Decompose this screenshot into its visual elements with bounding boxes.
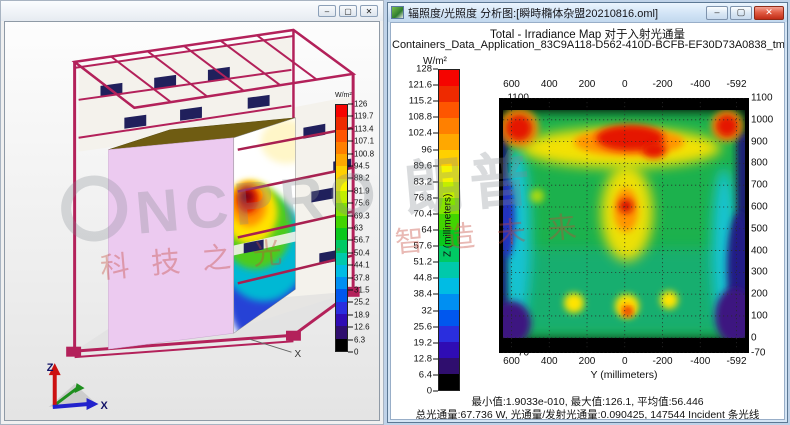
- axis-tick-label: 800: [751, 158, 783, 169]
- colorbar-tick: 89.6: [414, 160, 439, 171]
- axis-tick-label: -400: [690, 356, 710, 367]
- minimize-button[interactable]: –: [706, 6, 728, 20]
- colorbar-tick: 63: [348, 224, 363, 233]
- colorbar-tick: 108.8: [408, 112, 438, 123]
- axis-tick-label: -592: [726, 356, 746, 367]
- colorbar-tick: 37.8: [348, 273, 370, 282]
- axis-tick-label: 700: [751, 180, 783, 191]
- colorbar-tick: 50.4: [348, 248, 370, 257]
- restore-button[interactable]: ▢: [730, 6, 752, 20]
- axis-tick-label: 0: [751, 332, 783, 343]
- axis-tick-label: 200: [751, 289, 783, 300]
- x-axis-ticks-bottom: 600 400 200 0 -200 -400 -592: [499, 356, 749, 368]
- model-3d-scene: Z X X: [5, 22, 379, 420]
- colorbar-tick: 32: [421, 305, 438, 316]
- model-view-window: – ▢ ✕: [0, 0, 384, 425]
- scene-axis-x-label: X: [294, 349, 301, 360]
- axis-tick-label: 600: [503, 79, 520, 90]
- colorbar-tick: 6.3: [348, 335, 365, 344]
- colorbar-tick: 64: [421, 225, 438, 236]
- irradiance-heatmap[interactable]: [499, 98, 749, 353]
- axis-tick-label: 600: [503, 356, 520, 367]
- axis-tick-label: 200: [579, 356, 596, 367]
- axis-tick-label: 0: [622, 356, 628, 367]
- colorbar-tick: 96: [421, 144, 438, 155]
- colorbar-tick: 51.2: [414, 257, 439, 268]
- colorbar-tick: 70.4: [414, 208, 439, 219]
- colorbar-tick: 12.6: [348, 323, 370, 332]
- axis-tick-label: 500: [751, 223, 783, 234]
- colorbar-tick: 102.4: [408, 128, 438, 139]
- axis-tick-label: 400: [541, 79, 558, 90]
- window-title: 辐照度/光照度 分析图:[瞬時橢体杂盟20210816.oml]: [408, 5, 706, 21]
- restore-button[interactable]: ▢: [339, 5, 357, 17]
- colorbar-tick: 44.8: [414, 273, 439, 284]
- colorbar-tick: 57.6: [414, 241, 439, 252]
- colorbar-tick: 81.9: [348, 186, 370, 195]
- colorbar-tick: 25.6: [414, 321, 439, 332]
- axis-tick-label: -400: [690, 79, 710, 90]
- colorbar-tick: 126: [348, 100, 367, 109]
- axis-tick-label: 0: [622, 79, 628, 90]
- colorbar-tick: 19.2: [414, 337, 439, 348]
- model-viewport[interactable]: Z X X W/m² 126 119.7 113.4 107.1 100.8 94.5 88…: [4, 21, 380, 421]
- axis-tick-label: 900: [751, 136, 783, 147]
- x-axis-ticks-top: 600 400 200 0 -200 -400 -592: [499, 79, 749, 91]
- axis-tick-label: 200: [579, 79, 596, 90]
- colorbar-tick: 128: [416, 64, 438, 75]
- colorbar-tick: 31.5: [348, 286, 370, 295]
- cargo-box-front-face: [108, 138, 233, 349]
- colorbar-tick: 18.9: [348, 310, 370, 319]
- irradiance-map-client: Total - Irradiance Map 对于入射光通量 Container…: [390, 22, 785, 420]
- colorbar-tick: 44.1: [348, 261, 370, 270]
- colorbar-tick: 100.8: [348, 149, 374, 158]
- map-source-path: Containers_Data_Application_83C9A118-D56…: [392, 39, 784, 51]
- colorbar-tick: 0: [348, 348, 358, 357]
- colorbar-tick: 115.2: [409, 96, 438, 107]
- axis-tick-label: 1000: [751, 114, 783, 125]
- colorbar-tick: 83.2: [414, 176, 439, 187]
- y-axis-title: Z (millimeters): [441, 98, 455, 353]
- x-axis-title: Y (millimeters): [499, 369, 749, 381]
- colorbar-tick: 6.4: [419, 369, 438, 380]
- colorbar-tick: 94.5: [348, 162, 370, 171]
- axis-tick-label: -592: [726, 79, 746, 90]
- triad-z-label: Z: [47, 362, 54, 374]
- minimize-button[interactable]: –: [318, 5, 336, 17]
- colorbar-tick: 107.1: [348, 137, 374, 146]
- axis-tick-label: 400: [541, 356, 558, 367]
- colorbar-tick: 113.4: [348, 124, 373, 133]
- triad-x-label: X: [100, 400, 108, 412]
- colorbar-tick: 76.8: [414, 192, 439, 203]
- close-button[interactable]: ✕: [360, 5, 378, 17]
- axis-tick-label: 1100: [751, 93, 783, 104]
- colorbar-tick: 56.7: [348, 236, 370, 245]
- colorbar-tick: 119.7: [348, 112, 373, 121]
- y-axis-ticks-left: 110010009008007006005004003002001000-70: [465, 98, 497, 353]
- axis-tick-label: 400: [751, 245, 783, 256]
- axis-tick-label: 600: [751, 201, 783, 212]
- colorbar-tick: 25.2: [348, 298, 370, 307]
- y-axis-ticks-right: 110010009008007006005004003002001000-70: [751, 98, 783, 353]
- colorbar-tick: 38.4: [414, 289, 439, 300]
- colorbar-tick: 12.8: [414, 353, 439, 364]
- close-button[interactable]: ✕: [754, 6, 784, 20]
- window-icon: [391, 6, 404, 19]
- desktop: – ▢ ✕: [0, 0, 790, 425]
- axis-tick-label: -70: [751, 348, 783, 359]
- axis-tick-label: 300: [751, 267, 783, 278]
- map-stats-line2: 总光通量:67.736 W, 光通量/发射光通量:0.090425, 14754…: [391, 407, 784, 420]
- model-colorbar-unit: W/m²: [335, 92, 352, 99]
- irradiance-window-titlebar[interactable]: 辐照度/光照度 分析图:[瞬時橢体杂盟20210816.oml] – ▢ ✕: [388, 3, 787, 22]
- colorbar-tick: 75.6: [348, 199, 370, 208]
- model-window-titlebar[interactable]: – ▢ ✕: [1, 1, 383, 21]
- axis-tick-label: 100: [751, 310, 783, 321]
- axis-tick-label: -200: [652, 79, 672, 90]
- axis-tick-label: -200: [652, 356, 672, 367]
- colorbar-tick: 69.3: [348, 211, 370, 220]
- irradiance-map-window: 辐照度/光照度 分析图:[瞬時橢体杂盟20210816.oml] – ▢ ✕ T…: [387, 2, 788, 423]
- colorbar-tick: 88.2: [348, 174, 370, 183]
- colorbar-tick: 121.6: [408, 80, 438, 91]
